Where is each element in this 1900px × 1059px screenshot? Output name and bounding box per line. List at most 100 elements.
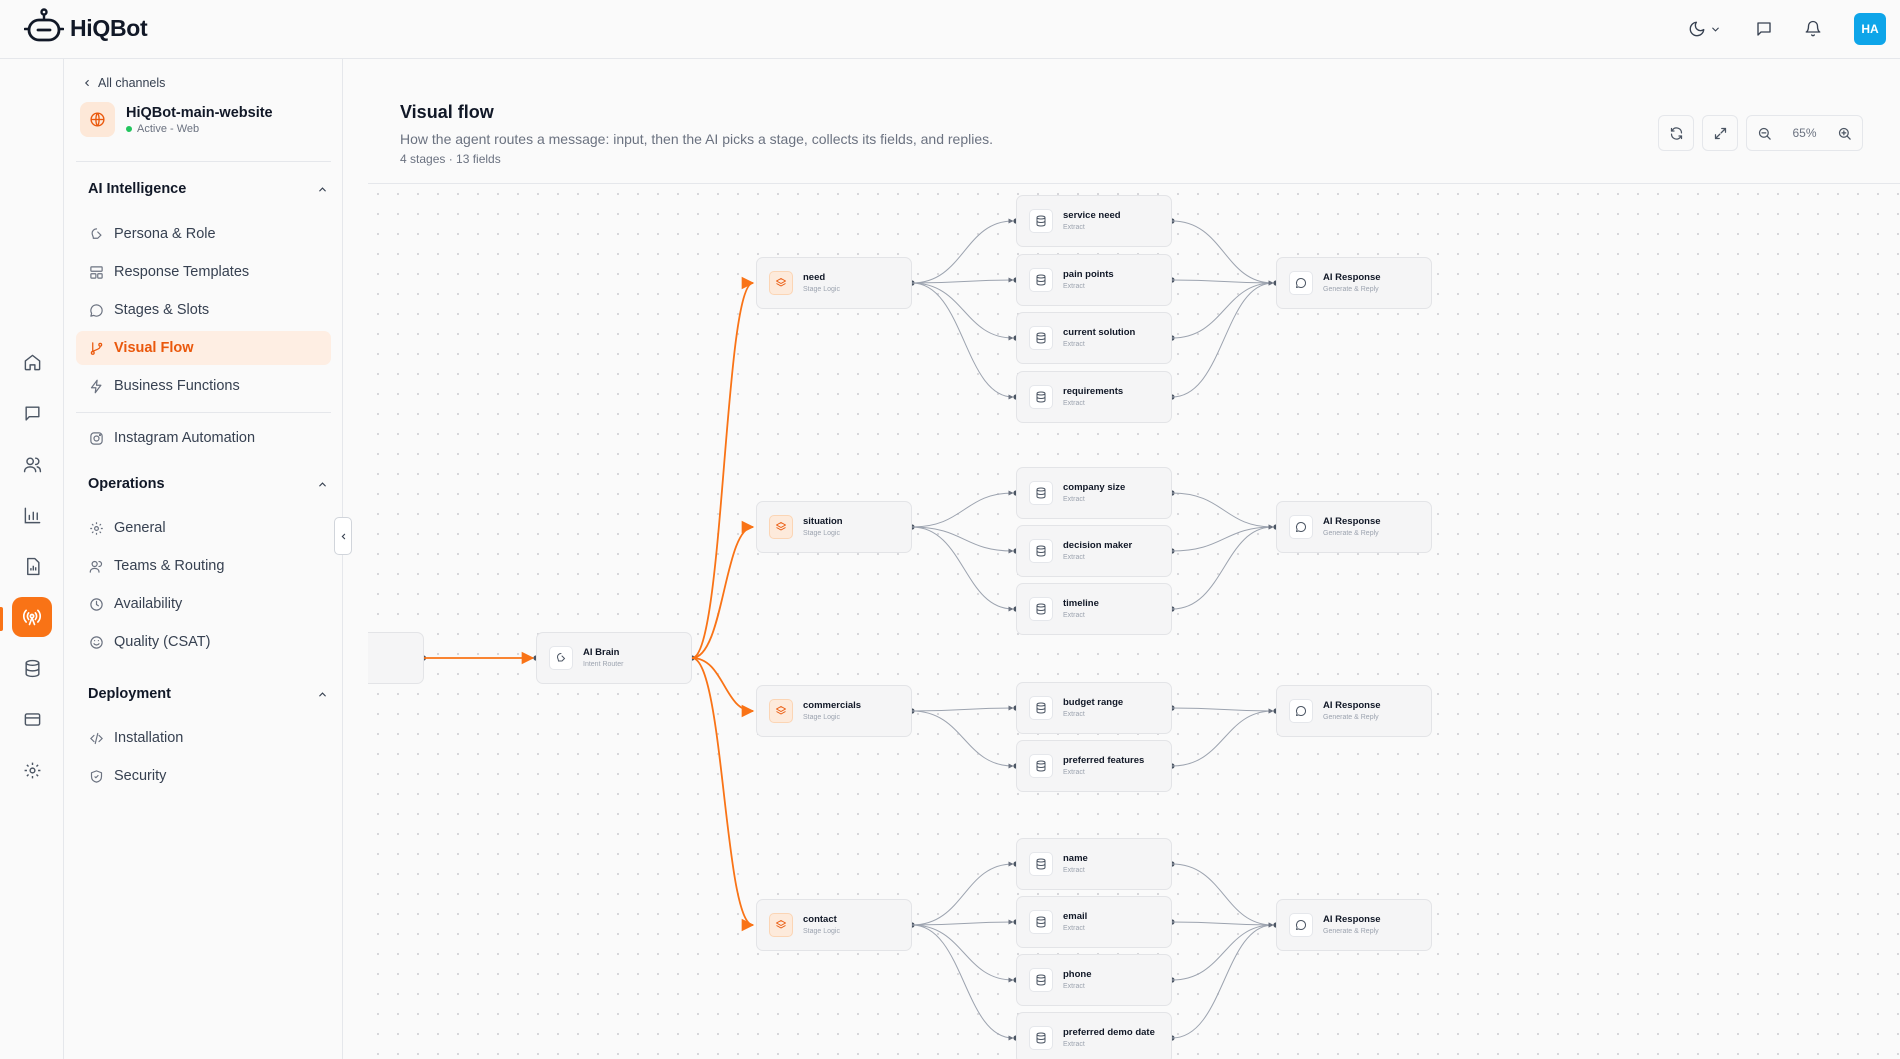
ai-brain-node[interactable]: AI Brain Intent Router bbox=[536, 632, 692, 684]
nav-persona-role[interactable]: Persona & Role bbox=[76, 217, 331, 251]
status-dot bbox=[126, 125, 132, 132]
stage-node-contact[interactable]: contact Stage Logic bbox=[756, 899, 912, 951]
node-title: name bbox=[1063, 853, 1088, 865]
node-subtitle: Extract bbox=[1063, 495, 1085, 503]
divider bbox=[76, 412, 331, 413]
field-node-pain-points[interactable]: pain points Extract bbox=[1016, 254, 1172, 306]
node-title: phone bbox=[1063, 969, 1092, 981]
fullscreen-button[interactable] bbox=[1702, 115, 1738, 151]
field-node-preferred-features[interactable]: preferred features Extract bbox=[1016, 740, 1172, 792]
field-edge bbox=[911, 861, 1014, 926]
chevron-up-icon bbox=[319, 481, 326, 486]
theme-dropdown-button[interactable] bbox=[1707, 16, 1723, 42]
nav-security[interactable]: Security bbox=[76, 759, 331, 793]
ai-response-node[interactable]: AI Response Generate & Reply bbox=[1276, 501, 1432, 553]
zoom-out-icon bbox=[1758, 127, 1771, 140]
nav-label: Installation bbox=[114, 730, 184, 746]
node-icon bbox=[1029, 385, 1053, 409]
messages-button[interactable] bbox=[1751, 16, 1777, 42]
page-description: How the agent routes a message: input, t… bbox=[400, 131, 993, 147]
field-node-decision-maker[interactable]: decision maker Extract bbox=[1016, 525, 1172, 577]
section-operations[interactable]: Operations bbox=[88, 476, 328, 492]
nav-quality-csat[interactable]: Quality (CSAT) bbox=[76, 625, 331, 659]
rail-reports[interactable] bbox=[12, 546, 52, 586]
zoom-out-button[interactable] bbox=[1757, 126, 1772, 141]
nav-label: Security bbox=[114, 768, 167, 784]
rail-settings[interactable] bbox=[12, 750, 52, 790]
node-subtitle: Stage Logic bbox=[803, 713, 840, 721]
nav-stages-slots[interactable]: Stages & Slots bbox=[76, 293, 331, 327]
database-icon bbox=[1036, 1032, 1046, 1044]
field-node-phone[interactable]: phone Extract bbox=[1016, 954, 1172, 1006]
field-node-name[interactable]: name Extract bbox=[1016, 838, 1172, 890]
rail-analytics[interactable] bbox=[12, 495, 52, 535]
nav-general[interactable]: General bbox=[76, 511, 331, 545]
node-title: budget range bbox=[1063, 697, 1124, 709]
channel-header: HiQBot-main-website Active - Web bbox=[80, 102, 273, 137]
node-icon bbox=[1289, 515, 1313, 539]
node-text: AI Brain Intent Router bbox=[583, 648, 623, 668]
field-node-preferred-demo-date[interactable]: preferred demo date Extract bbox=[1016, 1012, 1172, 1059]
node-title: commercials bbox=[803, 700, 862, 712]
rail-home[interactable] bbox=[12, 342, 52, 382]
message-circle-icon bbox=[1296, 920, 1306, 930]
database-icon bbox=[1036, 974, 1046, 986]
stage-node-situation[interactable]: situation Stage Logic bbox=[756, 501, 912, 553]
nav-availability[interactable]: Availability bbox=[76, 587, 331, 621]
node-subtitle: Generate & Reply bbox=[1323, 713, 1379, 721]
node-icon bbox=[769, 913, 793, 937]
field-edge bbox=[1171, 708, 1274, 767]
node-text: requirements Extract bbox=[1063, 387, 1123, 407]
rail-channels[interactable] bbox=[12, 597, 52, 637]
ai-response-node[interactable]: AI Response Generate & Reply bbox=[1276, 685, 1432, 737]
rail-conversations[interactable] bbox=[12, 393, 52, 433]
chat-icon bbox=[24, 405, 40, 421]
field-node-company-size[interactable]: company size Extract bbox=[1016, 467, 1172, 519]
database-icon bbox=[1036, 332, 1046, 344]
field-node-email[interactable]: email Extract bbox=[1016, 896, 1172, 948]
node-title: AI Response bbox=[1323, 700, 1381, 712]
nav-installation[interactable]: Installation bbox=[76, 721, 331, 755]
section-deployment[interactable]: Deployment bbox=[88, 686, 328, 702]
node-title: preferred features bbox=[1063, 755, 1145, 767]
robot-logo-icon bbox=[24, 8, 64, 42]
refresh-button[interactable] bbox=[1658, 115, 1694, 151]
field-node-requirements[interactable]: requirements Extract bbox=[1016, 371, 1172, 423]
app-logo[interactable]: HiQBot bbox=[24, 8, 148, 48]
field-node-budget-range[interactable]: budget range Extract bbox=[1016, 682, 1172, 734]
node-title: AI Response bbox=[1323, 272, 1381, 284]
channel-sidebar: All channels HiQBot-main-website Active … bbox=[64, 59, 343, 1059]
nav-business-functions[interactable]: Business Functions bbox=[76, 369, 331, 403]
rail-knowledge[interactable] bbox=[12, 648, 52, 688]
notifications-button[interactable] bbox=[1800, 16, 1826, 42]
rail-billing[interactable] bbox=[12, 699, 52, 739]
brain-icon bbox=[556, 653, 566, 662]
stage-node-commercials[interactable]: commercials Stage Logic bbox=[756, 685, 912, 737]
field-node-timeline[interactable]: timeline Extract bbox=[1016, 583, 1172, 635]
section-title: AI Intelligence bbox=[88, 181, 187, 197]
ai-response-node[interactable]: AI Response Generate & Reply bbox=[1276, 257, 1432, 309]
zoom-controls: 65% bbox=[1746, 115, 1863, 151]
zoom-level: 65% bbox=[1792, 126, 1817, 140]
flow-canvas[interactable]: AI Brain Intent Router need Stage Logic serv… bbox=[368, 183, 1900, 1059]
section-ai-intelligence[interactable]: AI Intelligence bbox=[88, 181, 328, 197]
rail-contacts[interactable] bbox=[12, 444, 52, 484]
input-node[interactable] bbox=[368, 632, 424, 684]
node-icon bbox=[1289, 699, 1313, 723]
field-node-current-solution[interactable]: current solution Extract bbox=[1016, 312, 1172, 364]
field-edge bbox=[911, 705, 1014, 712]
node-text: AI Response Generate & Reply bbox=[1323, 517, 1381, 537]
ai-response-node[interactable]: AI Response Generate & Reply bbox=[1276, 899, 1432, 951]
nav-visual-flow[interactable]: Visual Flow bbox=[76, 331, 331, 365]
user-avatar[interactable]: HA bbox=[1854, 13, 1886, 45]
nav-instagram-automation[interactable]: Instagram Automation bbox=[76, 421, 331, 455]
database-icon bbox=[1036, 702, 1046, 714]
node-subtitle: Stage Logic bbox=[803, 927, 840, 935]
stage-node-need[interactable]: need Stage Logic bbox=[756, 257, 912, 309]
nav-teams-routing[interactable]: Teams & Routing bbox=[76, 549, 331, 583]
nav-label: General bbox=[114, 520, 166, 536]
nav-response-templates[interactable]: Response Templates bbox=[76, 255, 331, 289]
zoom-in-button[interactable] bbox=[1837, 126, 1852, 141]
all-channels-link[interactable]: All channels bbox=[82, 76, 165, 90]
field-node-service-need[interactable]: service need Extract bbox=[1016, 195, 1172, 247]
